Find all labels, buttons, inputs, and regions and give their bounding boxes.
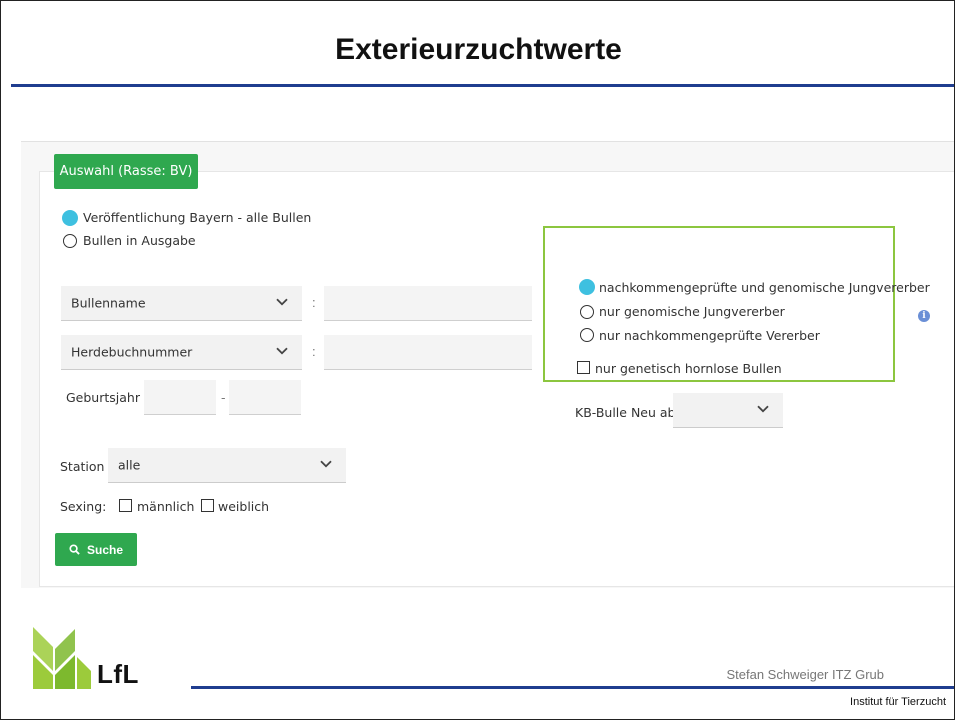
checkbox-weiblich-label: weiblich <box>218 499 270 514</box>
slide-title: Exterieurzuchtwerte <box>335 33 622 66</box>
chevron-down-icon <box>320 460 332 468</box>
herdebuchnummer-input[interactable] <box>324 335 532 370</box>
checkbox-weiblich[interactable] <box>201 499 214 512</box>
chevron-down-icon <box>757 405 769 413</box>
search-icon <box>69 544 80 555</box>
slide: Exterieurzuchtwerte Auswahl (Rasse: BV) … <box>0 0 955 720</box>
chevron-down-icon <box>276 298 288 306</box>
bullenname-select[interactable]: Bullenname <box>61 286 302 321</box>
kb-bulle-label: KB-Bulle Neu ab <box>575 405 676 420</box>
bullenname-select-value: Bullenname <box>71 295 146 311</box>
sexing-label: Sexing: <box>60 499 107 514</box>
info-icon[interactable]: i <box>918 310 930 322</box>
logo-text: LfL <box>97 659 139 689</box>
footer-institute: Institut für Tierzucht <box>850 696 946 708</box>
radio-nur-genomisch-label: nur genomische Jungvererber <box>599 304 785 319</box>
checkbox-maennlich-label: männlich <box>137 499 195 514</box>
station-select-value: alle <box>118 457 141 473</box>
search-button-label: Suche <box>86 542 123 557</box>
search-button[interactable]: Suche <box>55 533 137 566</box>
radio-nachkommen-und-genomisch[interactable] <box>579 279 595 295</box>
range-dash: - <box>221 390 226 405</box>
lfl-logo-icon <box>33 627 91 689</box>
colon-separator: : <box>312 344 316 359</box>
station-select[interactable]: alle <box>108 448 346 483</box>
geburtsjahr-label: Geburtsjahr <box>66 390 140 405</box>
radio-nur-nachkommengeprueft-label: nur nachkommengeprüfte Vererber <box>599 328 820 343</box>
geburtsjahr-to-input[interactable] <box>229 380 301 415</box>
colon-separator: : <box>312 295 316 310</box>
chevron-down-icon <box>276 347 288 355</box>
footer-author: Stefan Schweiger ITZ Grub <box>726 667 884 682</box>
checkbox-hornlose-bullen[interactable] <box>577 361 590 374</box>
footer-underline <box>191 686 954 689</box>
station-label: Station <box>60 459 105 474</box>
geburtsjahr-from-input[interactable] <box>144 380 216 415</box>
checkbox-hornlose-bullen-label: nur genetisch hornlose Bullen <box>595 361 782 376</box>
radio-bullen-in-ausgabe-label: Bullen in Ausgabe <box>83 233 196 248</box>
title-underline <box>11 84 954 87</box>
radio-nur-genomisch[interactable] <box>580 305 594 319</box>
tab-auswahl[interactable]: Auswahl (Rasse: BV) <box>54 154 198 189</box>
radio-veroeffentlichung-bayern-label: Veröffentlichung Bayern - alle Bullen <box>83 210 312 225</box>
kb-bulle-select[interactable] <box>673 393 783 428</box>
herdebuchnummer-select-value: Herdebuchnummer <box>71 344 193 360</box>
radio-veroeffentlichung-bayern[interactable] <box>62 210 78 226</box>
radio-nur-nachkommengeprueft[interactable] <box>580 328 594 342</box>
checkbox-maennlich[interactable] <box>119 499 132 512</box>
radio-nachkommen-und-genomisch-label: nachkommengeprüfte und genomische Jungve… <box>599 280 930 295</box>
bullenname-input[interactable] <box>324 286 532 321</box>
herdebuchnummer-select[interactable]: Herdebuchnummer <box>61 335 302 370</box>
radio-bullen-in-ausgabe[interactable] <box>63 234 77 248</box>
